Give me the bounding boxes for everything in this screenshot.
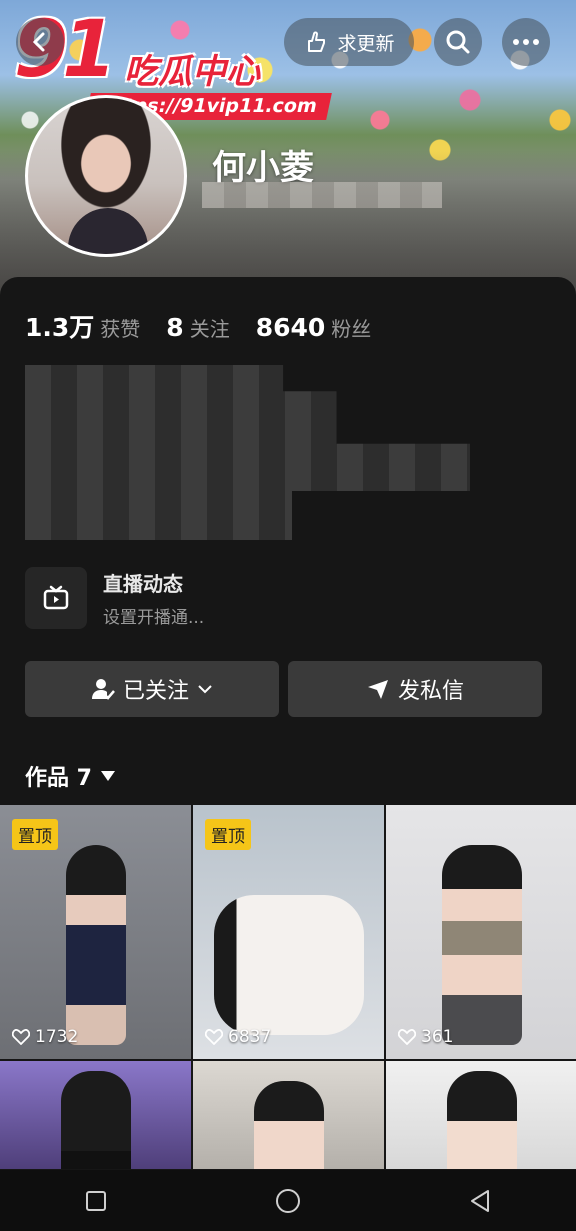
like-count-value: 6837 — [228, 1027, 272, 1047]
heart-icon — [205, 1029, 223, 1045]
video-tile[interactable]: 置顶 1732 — [0, 805, 191, 1059]
video-tile[interactable]: 361 — [386, 805, 576, 1059]
recent-apps-button[interactable] — [66, 1181, 126, 1221]
video-tile[interactable] — [386, 1061, 576, 1169]
send-message-label: 发私信 — [397, 679, 464, 704]
live-icon-box — [25, 567, 87, 629]
like-count-value: 1732 — [35, 1027, 79, 1047]
paper-plane-icon — [367, 680, 388, 699]
request-update-button[interactable]: 求更新 — [284, 18, 414, 66]
stat-following[interactable]: 8 关注 — [166, 313, 229, 342]
heart-icon — [398, 1029, 416, 1045]
tv-icon — [43, 585, 69, 610]
tab-works[interactable]: 作品 7 — [25, 760, 116, 792]
stat-likes[interactable]: 1.3万 获赞 — [25, 308, 140, 344]
system-navigation-bar — [0, 1170, 576, 1231]
video-thumbnail — [65, 845, 126, 1045]
video-tile[interactable] — [193, 1061, 384, 1169]
works-tab-label: 作品 7 — [25, 766, 92, 791]
stat-followers-label: 粉丝 — [331, 317, 372, 341]
video-thumbnail — [213, 895, 364, 1035]
profile-stats: 1.3万 获赞 8 关注 8640 粉丝 — [25, 308, 371, 344]
pinned-badge: 置顶 — [205, 819, 251, 850]
live-status-row[interactable]: 直播动态 设置开播通... — [25, 567, 204, 629]
back-arrow-icon — [32, 32, 45, 52]
stat-likes-label: 获赞 — [100, 317, 141, 341]
caret-down-icon — [100, 771, 115, 781]
video-tile[interactable] — [0, 1061, 191, 1169]
more-options-button[interactable] — [502, 18, 550, 66]
stat-following-label: 关注 — [189, 317, 230, 341]
stat-following-value: 8 — [166, 313, 184, 342]
search-button[interactable] — [434, 18, 482, 66]
home-button[interactable] — [258, 1181, 318, 1221]
video-thumbnail — [446, 1071, 517, 1169]
send-message-button[interactable]: 发私信 — [288, 661, 542, 717]
square-icon — [86, 1190, 106, 1211]
like-count: 1732 — [12, 1027, 78, 1047]
live-text: 直播动态 设置开播通... — [103, 568, 204, 628]
stat-followers-value: 8640 — [255, 313, 326, 342]
like-count: 6837 — [205, 1027, 271, 1047]
live-subtitle: 设置开播通... — [103, 608, 205, 628]
circle-icon — [276, 1188, 300, 1213]
watermark-brand: 吃瓜中心 — [124, 52, 260, 92]
avatar-figure — [68, 208, 148, 254]
works-grid: 置顶 1732 置顶 6837 361 — [0, 805, 576, 1169]
following-label: 已关注 — [122, 679, 189, 704]
blurred-user-id — [202, 182, 442, 208]
live-title: 直播动态 — [103, 572, 183, 596]
search-icon — [446, 30, 470, 54]
user-check-icon — [91, 679, 115, 700]
stat-likes-value: 1.3万 — [25, 313, 95, 342]
heart-icon — [12, 1029, 30, 1045]
video-thumbnail — [441, 845, 522, 1045]
like-count-value: 361 — [421, 1027, 454, 1047]
stat-followers[interactable]: 8640 粉丝 — [256, 313, 372, 342]
hand-point-icon — [308, 31, 326, 52]
chevron-down-icon — [198, 685, 212, 694]
request-update-label: 求更新 — [337, 32, 395, 55]
pinned-badge: 置顶 — [12, 819, 58, 850]
video-thumbnail — [253, 1081, 324, 1169]
back-nav-button[interactable] — [450, 1181, 510, 1221]
more-dots-icon — [513, 39, 539, 45]
like-count: 361 — [398, 1027, 453, 1047]
back-button[interactable] — [16, 18, 64, 66]
avatar[interactable] — [25, 95, 187, 257]
following-button[interactable]: 已关注 — [25, 661, 279, 717]
video-tile[interactable]: 置顶 6837 — [193, 805, 384, 1059]
triangle-back-icon — [471, 1189, 489, 1212]
video-thumbnail — [60, 1071, 131, 1169]
